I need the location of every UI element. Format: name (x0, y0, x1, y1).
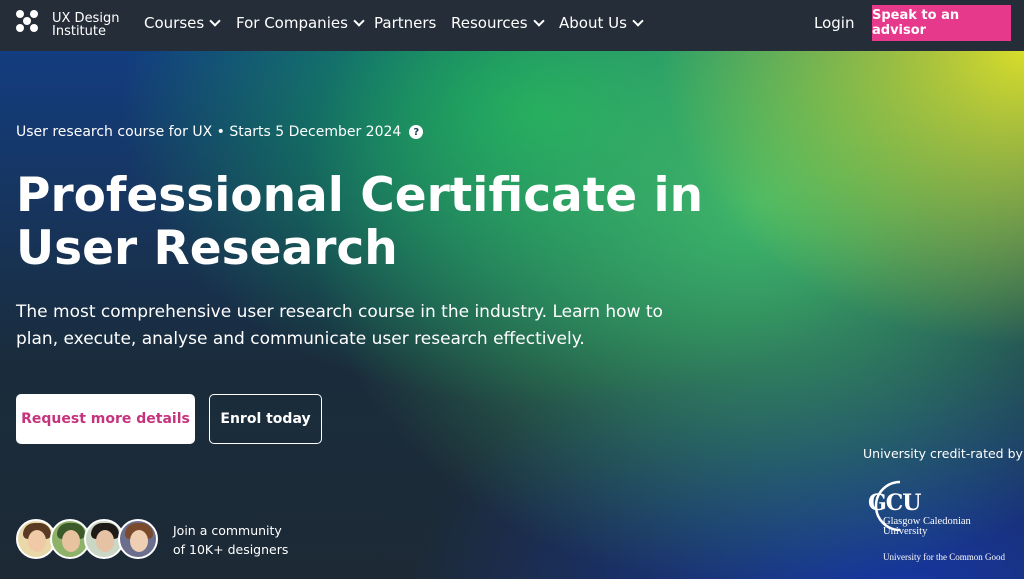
community-text: Join a community of 10K+ designers (173, 521, 288, 559)
course-eyebrow: User research course for UX • Starts 5 D… (16, 124, 424, 140)
chevron-down-icon (532, 15, 545, 27)
nav-item-for-companies[interactable]: For Companies (236, 14, 365, 32)
credit-rated-label: University credit-rated by (863, 446, 1023, 461)
nav-item-label: Resources (451, 14, 528, 32)
logo-line-2: Institute (52, 24, 106, 39)
request-more-details-button[interactable]: Request more details (16, 394, 195, 444)
logo-text: UX Design Institute (52, 12, 119, 38)
help-icon[interactable]: ? (409, 125, 424, 139)
nav-item-partners[interactable]: Partners (374, 14, 436, 32)
chevron-down-icon (209, 15, 221, 27)
nav-item-label: Partners (374, 14, 437, 32)
chevron-down-icon (353, 15, 365, 27)
speak-to-advisor-button[interactable]: Speak to an advisor (872, 5, 1011, 41)
title-line-2: User Research (16, 221, 398, 276)
gcu-name: Glasgow Caledonian University (883, 516, 971, 537)
login-link[interactable]: Login (814, 14, 854, 32)
enrol-today-button[interactable]: Enrol today (209, 394, 322, 444)
hero-description: The most comprehensive user research cou… (16, 302, 663, 349)
nav-item-courses[interactable]: Courses (144, 14, 221, 32)
nav-item-label: About Us (559, 14, 627, 32)
nav-item-label: Courses (144, 14, 205, 32)
ux-design-institute-logo[interactable]: UX Design Institute (16, 8, 126, 42)
community-line-2: of 10K+ designers (173, 542, 289, 557)
nav-item-about-us[interactable]: About Us (559, 14, 644, 32)
title-line-1: Professional Certificate in (16, 168, 704, 223)
community-line-1: Join a community (173, 523, 282, 538)
page-title: Professional Certificate in User Researc… (16, 169, 716, 275)
gcu-letters: GCU (868, 490, 921, 516)
community-avatars (16, 519, 166, 561)
gcu-tagline: University for the Common Good (883, 552, 1005, 562)
avatar (118, 519, 158, 559)
gcu-logo: GCU Glasgow Caledonian University Univer… (862, 476, 1012, 566)
gcu-name-line-2: University (883, 526, 928, 537)
logo-dots-icon (16, 10, 46, 40)
nav-item-resources[interactable]: Resources (451, 14, 545, 32)
nav-item-label: For Companies (236, 14, 348, 32)
chevron-down-icon (632, 15, 644, 27)
eyebrow-text: User research course for UX • Starts 5 D… (16, 124, 402, 140)
top-navigation: UX Design Institute Courses For Companie… (0, 0, 1024, 51)
hero-section: User research course for UX • Starts 5 D… (0, 51, 1024, 579)
